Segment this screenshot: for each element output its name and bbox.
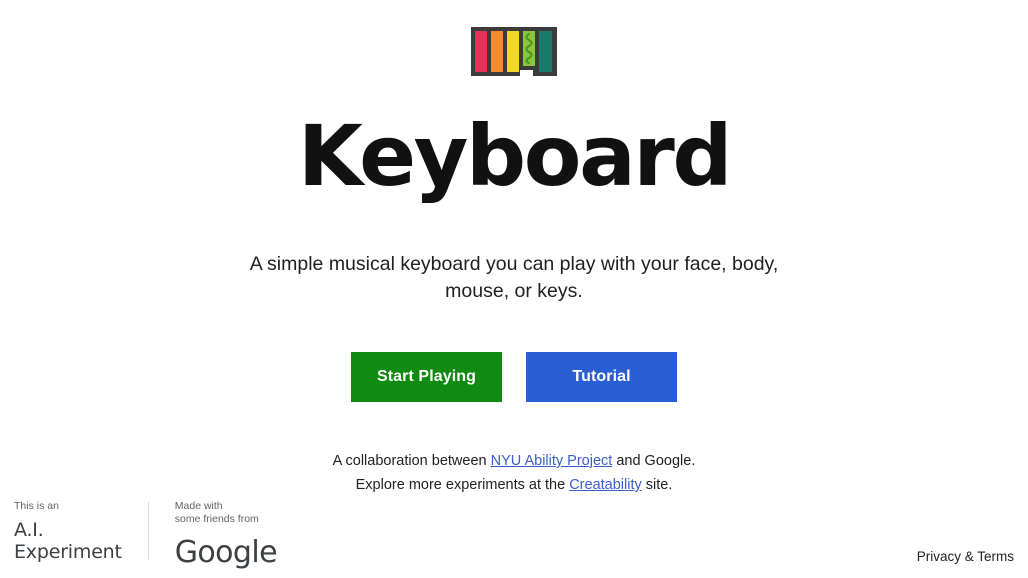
keyboard-logo [471, 27, 557, 76]
credits-line-2-after: site. [641, 477, 673, 493]
google-wordmark: Google [174, 535, 278, 570]
credits: A collaboration between NYU Ability Proj… [333, 449, 696, 497]
privacy-terms-link[interactable]: Privacy & Terms [917, 549, 1014, 564]
action-buttons: Start Playing Tutorial [350, 352, 678, 402]
keyboard-logo-svg [471, 27, 557, 76]
bar-green [523, 31, 535, 66]
bar-orange [491, 31, 503, 72]
badge-divider [147, 502, 149, 560]
credits-line-2: Explore more experiments at the Creatabi… [333, 473, 696, 497]
ai-badge-line-2: Experiment [14, 541, 122, 563]
credits-line-1-after: and Google. [612, 453, 696, 469]
page-subtitle: A simple musical keyboard you can play w… [249, 253, 779, 302]
google-credit-block: Made with some friends from Google [174, 500, 278, 570]
made-with-line-1: Made with [174, 500, 223, 512]
ai-experiment-text-block: This is an A.I. Experiment [14, 500, 122, 563]
tutorial-button[interactable]: Tutorial [526, 352, 678, 402]
credits-line-2-before: Explore more experiments at the [355, 477, 570, 493]
made-with-line-2: some friends from [174, 513, 259, 525]
ai-badge-line-1: A.I. [14, 519, 44, 541]
bar-teal [539, 31, 552, 72]
credits-line-1-before: A collaboration between [332, 453, 491, 469]
bar-yellow [507, 31, 519, 72]
ai-badge-prefix: This is an [14, 500, 59, 512]
bar-pink [475, 31, 487, 72]
nyu-ability-project-link[interactable]: NYU Ability Project [491, 453, 613, 469]
creatability-link[interactable]: Creatability [569, 477, 642, 493]
ai-experiment-badge[interactable]: This is an A.I. Experiment Made with som… [14, 500, 278, 570]
page-title: Keyboard [297, 107, 733, 205]
landing-page: Keyboard A simple musical keyboard you c… [0, 0, 1028, 578]
start-playing-button[interactable]: Start Playing [350, 352, 503, 402]
credits-line-1: A collaboration between NYU Ability Proj… [333, 449, 696, 473]
